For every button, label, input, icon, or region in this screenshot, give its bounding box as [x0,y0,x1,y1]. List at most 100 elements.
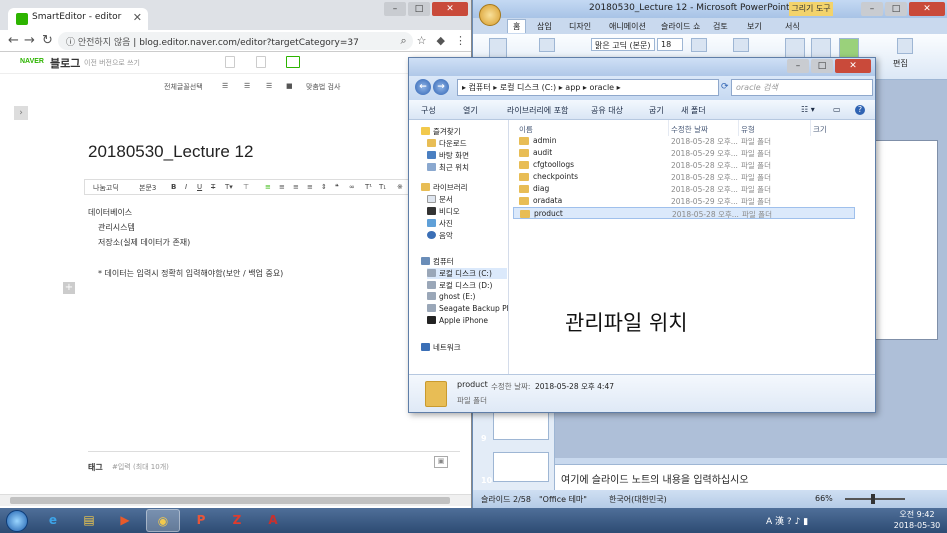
maximize-button[interactable]: □ [408,2,430,16]
close-button[interactable]: ✕ [835,59,871,73]
minimize-button[interactable]: – [787,59,809,73]
prev-version-link[interactable]: 이전 버전으로 쓰기 [84,58,140,68]
font-size-box[interactable]: 18 [657,38,683,51]
file-row[interactable]: checkpoints 2018-05-28 오후... 파일 폴더 [513,171,855,183]
align-justify-icon[interactable]: ■ [286,82,293,90]
nav-downloads[interactable]: 다운로드 [427,138,467,149]
mobile-view-icon[interactable] [225,56,235,68]
include-in-library-button[interactable]: 라이브러리에 포함 [507,105,568,116]
strike-button[interactable]: T [211,183,215,191]
align-justify-icon[interactable]: ≡ [307,183,313,191]
pc-view-icon[interactable] [286,56,300,68]
language-label[interactable]: 한국어(대한민국) [609,494,667,505]
nav-network[interactable]: 네트워크 [421,342,461,353]
blog-title[interactable]: 블로그 [50,55,80,71]
tab-review[interactable]: 검토 [713,21,728,32]
nav-drive-e[interactable]: ghost (E:) [427,292,475,301]
crumb-app[interactable]: app [565,83,580,92]
notes-pane[interactable]: 여기에 슬라이드 노트의 내용을 입력하십시오 [555,464,947,490]
zoom-icon[interactable]: ⌕ [400,34,406,48]
align-right-icon[interactable]: ≡ [293,183,299,191]
tab-home[interactable]: 홈 [507,19,527,33]
tab-smarteditor[interactable]: SmartEditor - editor ✕ [8,8,148,30]
link-icon[interactable]: ∞ [349,183,355,191]
body-line-4[interactable]: * 데이터는 입력시 정확히 입력해야함(보안 / 백업 중요) [98,268,283,279]
document-title[interactable]: 20180530_Lecture 12 [88,142,253,162]
slide-main[interactable] [868,140,938,340]
line-spacing-icon[interactable] [733,38,749,52]
body-line-3[interactable]: 저장소(실제 데이터가 존재) [98,237,190,248]
extension-icon[interactable]: ◆ [437,34,445,48]
align-center-icon[interactable]: ☰ [244,82,250,90]
col-type[interactable]: 유형 [741,120,811,136]
quote-icon[interactable]: ❝ [335,183,339,191]
minimize-button[interactable]: – [861,2,883,16]
zoom-level[interactable]: 66% [815,494,833,503]
ie-icon[interactable]: e [36,509,70,532]
italic-button[interactable]: I [185,183,187,191]
address-bar[interactable]: ⓘ 안전하지 않음 | blog.editor.naver.com/editor… [58,32,413,50]
back-arrow-icon[interactable]: ← [8,33,19,49]
naver-logo[interactable]: NAVER [20,58,44,65]
tab-format[interactable]: 서식 [785,21,800,32]
subscript-icon[interactable]: T₁ [379,183,386,191]
explorer-address-bar[interactable]: ▸ 컴퓨터 ▸ 로컬 디스크 (C:) ▸ app ▸ oracle ▸ [457,79,719,96]
close-tab-icon[interactable]: ✕ [133,11,142,24]
spellcheck-button[interactable]: 맞춤법 검사 [306,82,340,92]
maximize-button[interactable]: □ [885,2,907,16]
menu-dots-icon[interactable]: ⋮ [455,34,466,48]
nav-music[interactable]: 음악 [427,230,453,241]
crumb-local-disk[interactable]: 로컬 디스크 (C:) [500,83,556,92]
nav-documents[interactable]: 문서 [427,194,453,205]
new-slide-icon[interactable] [539,38,555,52]
help-icon[interactable]: ? [855,105,865,115]
tag-input[interactable]: #입력 (최대 10개) [112,462,169,472]
acrobat-icon[interactable]: A [256,509,290,532]
volume-icon[interactable]: ♪ [795,517,801,527]
font-size-select[interactable]: 본문3 [139,183,156,193]
nav-recent[interactable]: 최근 위치 [427,162,469,173]
refresh-icon[interactable]: ⟳ [721,82,729,92]
language-indicator[interactable]: A 漢 [766,517,784,527]
tab-design[interactable]: 디자인 [569,21,591,32]
open-button[interactable]: 열기 [463,105,478,116]
body-line-1[interactable]: 데이터베이스 [88,207,132,218]
nav-pictures[interactable]: 사진 [427,218,453,229]
font-name-box[interactable]: 맑은 고딕 (본문) [591,38,655,51]
minimize-button[interactable]: – [384,2,406,16]
tab-view[interactable]: 보기 [747,21,762,32]
explorer-icon[interactable]: ▤ [72,509,106,532]
underline-button[interactable]: U [197,183,202,191]
horizontal-scrollbar[interactable] [0,494,471,506]
edit-group-label[interactable]: 편집 [893,58,908,69]
tab-insert[interactable]: 삽입 [537,21,552,32]
file-row[interactable]: admin 2018-05-28 오후... 파일 폴더 [513,135,855,147]
back-arrow-icon[interactable]: ← [415,79,431,95]
nav-videos[interactable]: 비디오 [427,206,460,217]
file-row[interactable]: oradata 2018-05-29 오후... 파일 폴더 [513,195,855,207]
reload-icon[interactable]: ↻ [42,33,53,49]
body-line-2[interactable]: 관리시스템 [98,222,135,233]
font-family-select[interactable]: 나눔고딕 [93,183,119,193]
nav-computer[interactable]: 컴퓨터 [421,256,454,267]
tab-animation[interactable]: 애니메이션 [609,21,646,32]
file-row-selected[interactable]: product 2018-05-28 오후... 파일 폴더 [513,207,855,219]
special-char-icon[interactable]: ※ [397,183,403,191]
tab-slideshow[interactable]: 슬라이드 쇼 [661,21,700,32]
slide-thumbnail-10[interactable] [493,452,549,482]
system-tray[interactable]: A 漢 ? ♪ ▮ [766,514,808,527]
share-with-button[interactable]: 공유 대상 [591,105,623,116]
explorer-search-input[interactable]: oracle 검색 [731,79,873,96]
align-left-icon[interactable]: ≡ [265,183,271,191]
close-button[interactable]: ✕ [909,2,945,16]
zoom-slider-thumb[interactable] [871,494,875,504]
help-icon[interactable]: ? [787,517,792,527]
clock[interactable]: 오전 9:42 2018-05-30 [892,509,942,531]
chrome-icon[interactable]: ◉ [146,509,180,532]
nav-favorites[interactable]: 즐겨찾기 [421,126,461,137]
nav-drive-c[interactable]: 로컬 디스크 (C:) [427,268,507,279]
preview-pane-icon[interactable]: ▭ [833,105,841,114]
scroll-thumb[interactable] [10,497,450,504]
file-row[interactable]: cfgtoollogs 2018-05-28 오후... 파일 폴더 [513,159,855,171]
zoom-slider[interactable] [845,498,905,500]
